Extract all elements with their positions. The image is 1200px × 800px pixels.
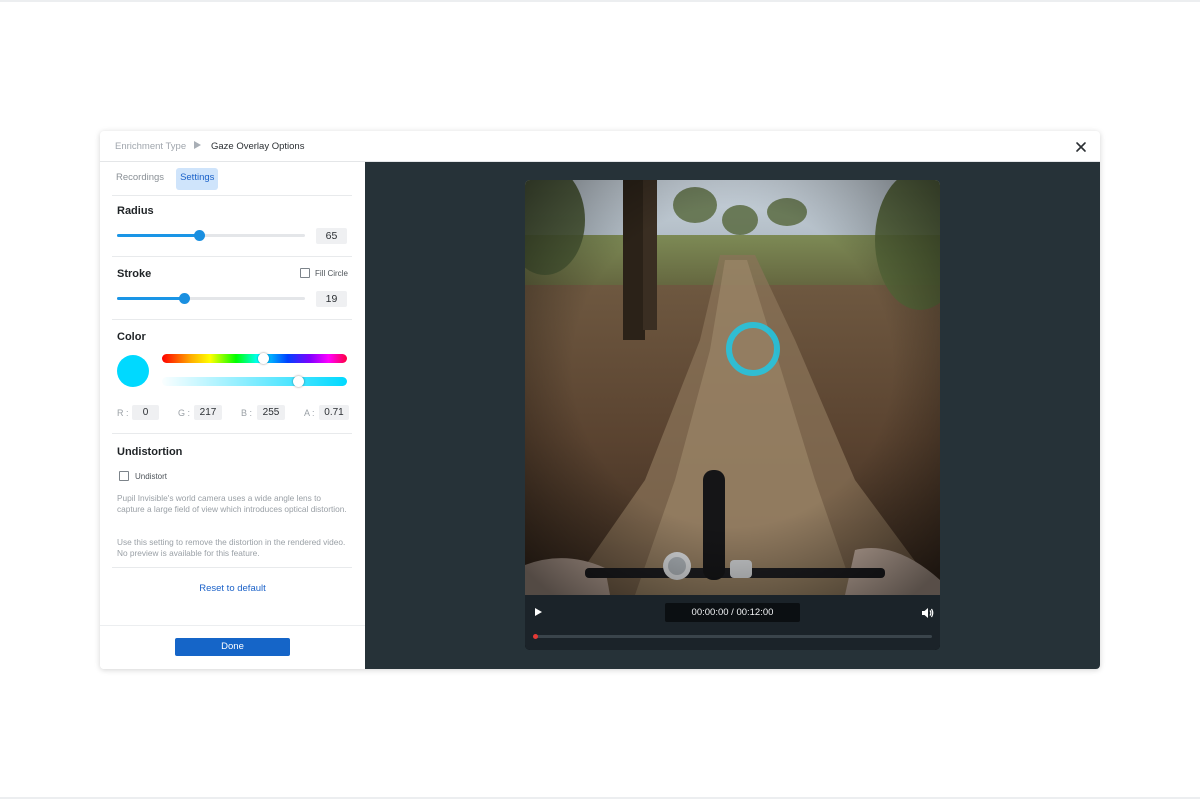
divider [112, 433, 352, 434]
slider-fill [117, 234, 200, 237]
reset-to-default-link[interactable]: Reset to default [100, 583, 365, 594]
breadcrumb-enrichment-type[interactable]: Enrichment Type [115, 141, 186, 152]
undistort-checkbox[interactable] [119, 471, 129, 481]
play-button[interactable] [535, 608, 542, 616]
red-value[interactable]: 0 [132, 405, 159, 420]
alpha-value[interactable]: 0.71 [319, 405, 349, 420]
green-value[interactable]: 217 [194, 405, 222, 420]
slider-fill [117, 297, 185, 300]
breadcrumb-current: Gaze Overlay Options [211, 141, 305, 152]
divider [112, 567, 352, 568]
bottom-border [0, 797, 1200, 799]
hue-slider[interactable] [162, 353, 347, 364]
red-label: R : [117, 408, 129, 418]
color-title: Color [117, 331, 146, 343]
seek-bar[interactable] [533, 634, 932, 639]
radius-value[interactable]: 65 [316, 228, 347, 244]
divider [112, 256, 352, 257]
slider-handle[interactable] [179, 293, 191, 304]
close-icon [1076, 142, 1086, 152]
undistortion-note: Pupil Invisible's world camera uses a wi… [117, 493, 347, 514]
volume-icon [922, 608, 934, 618]
blue-value[interactable]: 255 [257, 405, 285, 420]
radius-slider[interactable] [117, 230, 305, 242]
top-border [0, 0, 1200, 2]
stroke-value[interactable]: 19 [316, 291, 347, 307]
undistort-label: Undistort [135, 472, 168, 481]
dialog-header: Enrichment Type Gaze Overlay Options [100, 131, 1100, 162]
breadcrumb-arrow-icon [194, 141, 201, 149]
footer-divider [100, 625, 365, 626]
undistortion-title: Undistortion [117, 446, 183, 458]
undistortion-note-preview: Use this setting to remove the distortio… [117, 537, 346, 558]
fill-circle-label: Fill Circle [315, 269, 348, 278]
alpha-slider[interactable] [162, 376, 347, 387]
preview-area: 00:00:00 / 00:12:00 [365, 162, 1100, 669]
seek-handle[interactable] [533, 634, 538, 639]
green-label: G : [178, 408, 191, 418]
done-button[interactable]: Done [175, 638, 290, 656]
time-display: 00:00:00 / 00:12:00 [665, 603, 800, 622]
tab-settings[interactable]: Settings [176, 168, 219, 190]
blue-label: B : [241, 408, 253, 418]
radius-title: Radius [117, 205, 154, 217]
slider-handle[interactable] [194, 230, 206, 241]
tab-recordings[interactable]: Recordings [112, 168, 168, 190]
video-frame [525, 180, 940, 595]
gaze-overlay-dialog: Enrichment Type Gaze Overlay Options Rec… [100, 131, 1100, 669]
settings-panel: Recordings Settings Radius 65 Stroke Fil… [100, 162, 365, 669]
fill-circle-checkbox[interactable] [300, 268, 310, 278]
alpha-handle[interactable] [293, 376, 305, 387]
player-controls: 00:00:00 / 00:12:00 [525, 595, 940, 650]
panel-tabs: Recordings Settings [112, 168, 219, 190]
divider [112, 195, 352, 196]
volume-button[interactable] [921, 606, 934, 618]
divider [112, 319, 352, 320]
close-button[interactable] [1072, 138, 1090, 156]
alpha-label: A : [304, 408, 315, 418]
video-player: 00:00:00 / 00:12:00 [525, 180, 940, 650]
stroke-title: Stroke [117, 268, 152, 280]
color-swatch [117, 355, 149, 387]
stroke-slider[interactable] [117, 293, 305, 305]
hue-handle[interactable] [258, 353, 270, 364]
